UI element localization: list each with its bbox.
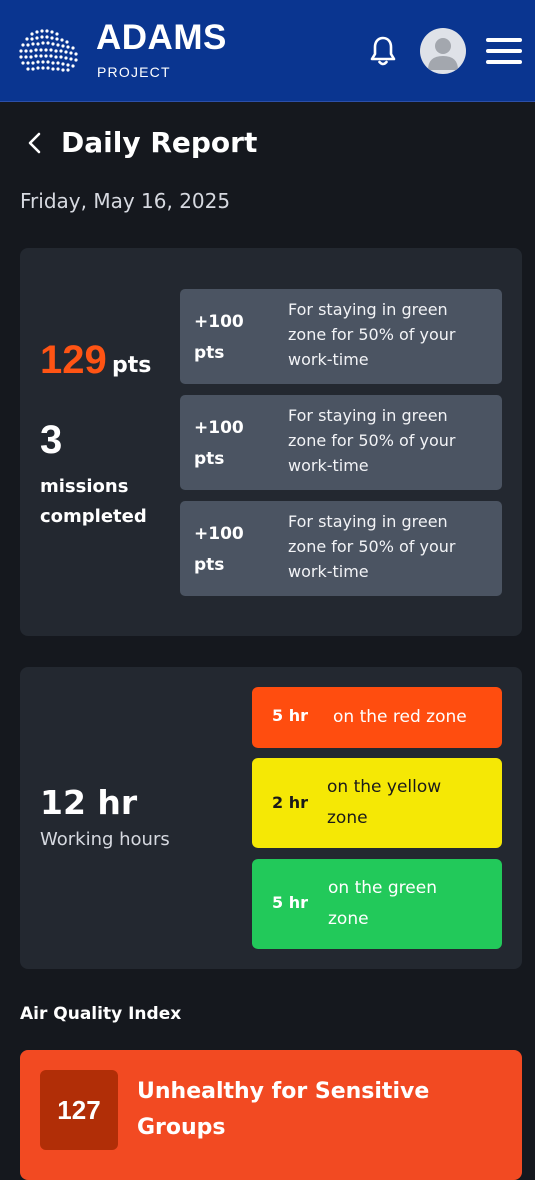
points-value: 129 [40,338,107,382]
reward-description: For staying in green zone for 50% of you… [288,300,456,369]
reward-description: For staying in green zone for 50% of you… [288,512,456,581]
aqi-card[interactable]: 127 Unhealthy for Sensitive Groups [20,1050,522,1180]
logo-icon [19,29,78,72]
avatar-button[interactable] [420,28,466,74]
app-header: ADAMS PROJECT [0,0,535,102]
page-title: Daily Report [61,126,258,159]
aqi-value-badge: 127 [40,1070,118,1150]
working-hours-value: 12 hr [40,783,138,822]
notifications-button[interactable] [368,35,398,67]
missions-label: missions completed [40,476,147,527]
points-summary-card: 129 pts 3 missions completed +100 pts Fo… [20,248,522,636]
reward-item: +100 pts For staying in green zone for 5… [180,289,502,384]
zone-yellow-item: 2 hr on the yellow zone [252,758,502,848]
report-date: Friday, May 16, 2025 [20,189,231,213]
reward-amount: +100 pts [194,418,244,469]
brand-subtitle: PROJECT [97,64,171,80]
menu-button[interactable] [486,38,522,64]
zone-red-item: 5 hr on the red zone [252,687,502,748]
zone-green-item: 5 hr on the green zone [252,859,502,949]
aqi-status: Unhealthy for Sensitive Groups [137,1079,430,1140]
reward-item: +100 pts For staying in green zone for 5… [180,501,502,596]
back-arrow-icon [28,132,41,154]
working-hours-card: 12 hr Working hours 5 hr on the red zone… [20,667,522,969]
zone-hours: 5 hr [272,893,308,912]
reward-amount: +100 pts [194,312,244,363]
zone-hours: 2 hr [272,793,308,812]
zone-label: on the yellow zone [327,777,442,828]
reward-item: +100 pts For staying in green zone for 5… [180,395,502,490]
reward-amount: +100 pts [194,524,244,575]
reward-description: For staying in green zone for 50% of you… [288,406,456,475]
zone-label: on the red zone [333,707,467,727]
working-hours-label: Working hours [40,829,170,850]
zone-hours: 5 hr [272,706,308,725]
aqi-heading: Air Quality Index [20,1004,182,1024]
avatar-icon [428,38,458,70]
back-button[interactable] [22,129,48,157]
missions-count: 3 [40,418,63,462]
zone-label: on the green zone [328,878,437,929]
points-unit: pts [112,353,152,378]
brand-title: ADAMS [96,18,227,57]
bell-icon [370,36,396,66]
